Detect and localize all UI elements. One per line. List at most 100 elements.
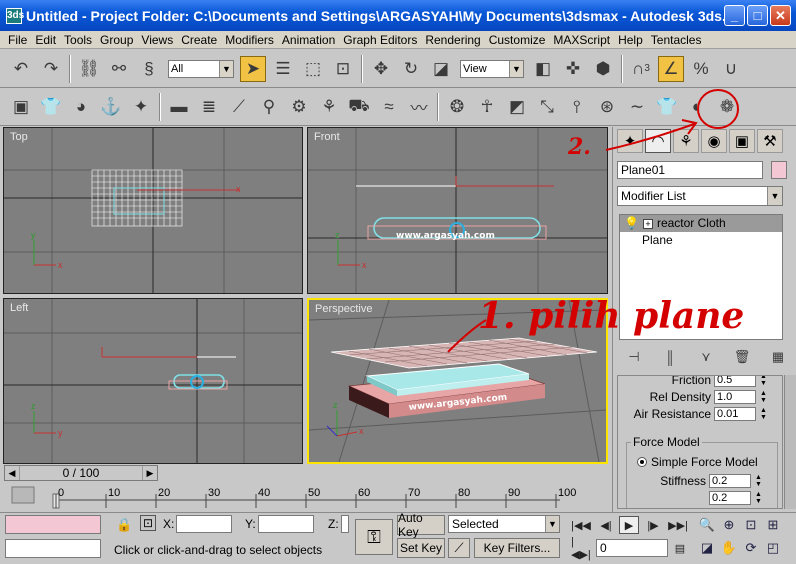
- select-and-link-button[interactable]: ⛓: [76, 56, 102, 82]
- stack-item-reactor-cloth[interactable]: 💡 + reactor Cloth: [620, 215, 782, 232]
- rope-collection-button[interactable]: ⚓: [98, 94, 124, 120]
- object-color-swatch[interactable]: [771, 161, 787, 179]
- key-mode-toggle[interactable]: |◀▶|: [571, 536, 591, 561]
- select-and-scale-button[interactable]: ◪: [428, 56, 454, 82]
- plane-button[interactable]: ▬: [166, 94, 192, 120]
- apply-soft-body-modifier-button[interactable]: ◐: [684, 94, 710, 120]
- command-panel-scrollbar[interactable]: [784, 375, 796, 509]
- play-button[interactable]: ▶: [619, 516, 639, 534]
- menu-views[interactable]: Views: [137, 33, 177, 47]
- tab-modify[interactable]: ◠: [645, 129, 671, 153]
- arc-rotate-button[interactable]: ⟳: [741, 538, 761, 558]
- modifier-list-dropdown[interactable]: Modifier List ▼: [617, 186, 783, 206]
- tab-display[interactable]: ▣: [729, 129, 755, 153]
- spinner-arrows-icon[interactable]: ▲ ▼: [759, 390, 768, 404]
- curve-editor-button[interactable]: [11, 486, 35, 504]
- point-to-point-button[interactable]: ⤡: [534, 94, 560, 120]
- water-button[interactable]: 〰: [406, 94, 432, 120]
- tab-motion[interactable]: ◉: [701, 129, 727, 153]
- select-and-rotate-button[interactable]: ↻: [398, 56, 424, 82]
- remove-modifier-button[interactable]: 🗑: [731, 347, 753, 367]
- selection-filter-dropdown[interactable]: All ▼: [168, 59, 234, 78]
- keyboard-shortcut-override-button[interactable]: ⬢: [590, 56, 616, 82]
- apply-cloth-modifier-button[interactable]: 👕: [654, 94, 680, 120]
- lightbulb-icon[interactable]: 💡: [624, 215, 639, 232]
- make-unique-button[interactable]: ⋎: [695, 347, 717, 367]
- spinner-arrows-icon[interactable]: ▲ ▼: [754, 491, 763, 505]
- zoom-all-button[interactable]: ⊕: [719, 515, 739, 535]
- select-and-manipulate-button[interactable]: ✜: [560, 56, 586, 82]
- absolute-mode-icon[interactable]: ⊡: [140, 515, 156, 531]
- auto-key-button[interactable]: Auto Key: [397, 511, 445, 539]
- maximize-button[interactable]: □: [747, 5, 768, 26]
- lock-icon[interactable]: 🔒: [116, 517, 132, 533]
- tab-utilities[interactable]: ⚒: [757, 129, 783, 153]
- previous-frame-button[interactable]: ◀|: [596, 516, 616, 534]
- time-slider-frame[interactable]: 0 / 100: [19, 466, 143, 480]
- reference-coordinate-dropdown[interactable]: View ▼: [460, 59, 524, 78]
- show-end-result-button[interactable]: ║: [659, 347, 681, 367]
- spinner-arrows-icon[interactable]: ▲ ▼: [759, 376, 768, 387]
- menu-rendering[interactable]: Rendering: [421, 33, 484, 47]
- point-to-path-button[interactable]: ∼: [624, 94, 650, 120]
- tab-hierarchy[interactable]: ⚘: [673, 129, 699, 153]
- y-coordinate-field[interactable]: [258, 515, 314, 533]
- menu-tools[interactable]: Tools: [60, 33, 96, 47]
- angular-dashpot-button[interactable]: ⚲: [256, 94, 282, 120]
- constraint-solver-button[interactable]: ❂: [444, 94, 470, 120]
- rigid-body-collection-button[interactable]: ▣: [8, 94, 34, 120]
- menu-maxscript[interactable]: MAXScript: [549, 33, 614, 47]
- stack-item-plane[interactable]: Plane: [620, 232, 782, 249]
- pin-stack-button[interactable]: ⊣: [623, 347, 645, 367]
- pan-button[interactable]: ✋: [719, 538, 739, 558]
- configure-modifier-sets-button[interactable]: ▦: [767, 347, 789, 367]
- cloth-collection-button[interactable]: 👕: [38, 94, 64, 120]
- snap-toggle-button[interactable]: ∩ 3: [628, 56, 654, 82]
- x-coordinate-field[interactable]: [176, 515, 232, 533]
- menu-modifiers[interactable]: Modifiers: [221, 33, 278, 47]
- motor-button[interactable]: ⚙: [286, 94, 312, 120]
- z-coordinate-field[interactable]: [341, 515, 349, 533]
- linear-dashpot-button[interactable]: ⟋: [226, 94, 252, 120]
- wind-button[interactable]: ⚘: [316, 94, 342, 120]
- percent-snap-button[interactable]: %: [688, 56, 714, 82]
- viewport-left[interactable]: Left z y: [3, 298, 303, 464]
- menu-edit[interactable]: Edit: [31, 33, 60, 47]
- angle-snap-button[interactable]: ∠: [658, 55, 684, 82]
- menu-graph-editors[interactable]: Graph Editors: [339, 33, 421, 47]
- set-key-mode-button[interactable]: ⚿: [355, 519, 393, 555]
- damping-input[interactable]: 0.2: [709, 491, 751, 505]
- chevron-right-icon[interactable]: ▶: [143, 468, 157, 479]
- key-filter-select[interactable]: Selected ▼: [448, 515, 560, 533]
- select-and-move-button[interactable]: ✥: [368, 56, 394, 82]
- go-to-start-button[interactable]: |◀◀: [571, 516, 591, 534]
- time-configuration-button[interactable]: ▤: [670, 539, 690, 557]
- set-key-button[interactable]: Set Key: [397, 538, 445, 558]
- time-slider[interactable]: ◀ 0 / 100 ▶: [4, 465, 158, 481]
- minimize-button[interactable]: _: [724, 5, 745, 26]
- maxscript-output[interactable]: [5, 539, 101, 558]
- go-to-end-button[interactable]: ▶▶|: [668, 516, 688, 534]
- menu-tentacles[interactable]: Tentacles: [647, 33, 706, 47]
- viewport-front[interactable]: Front www.argasyah.com z x: [307, 127, 608, 294]
- apply-rope-modifier-button[interactable]: ❁: [714, 94, 740, 120]
- menu-customize[interactable]: Customize: [485, 33, 550, 47]
- viewport-top[interactable]: Top x y x: [3, 127, 303, 294]
- redo-button[interactable]: ↷: [38, 56, 64, 82]
- undo-button[interactable]: ↶: [8, 56, 34, 82]
- prismatic-button[interactable]: ⫯: [564, 94, 590, 120]
- object-name-field[interactable]: Plane01: [617, 161, 763, 179]
- maxscript-listener[interactable]: [5, 515, 101, 534]
- soft-body-collection-button[interactable]: ◕: [68, 94, 94, 120]
- key-filters-button[interactable]: Key Filters...: [474, 538, 560, 558]
- window-crossing-button[interactable]: ⊡: [330, 56, 356, 82]
- unlink-button[interactable]: ⚯: [106, 56, 132, 82]
- stiffness-input[interactable]: 0.2: [709, 474, 751, 488]
- bind-space-warp-button[interactable]: §: [136, 56, 162, 82]
- next-frame-button[interactable]: |▶: [643, 516, 663, 534]
- track-bar[interactable]: 0 10 20 30 40 50 60 70 80 90 100: [0, 484, 610, 510]
- current-frame-field[interactable]: 0: [596, 539, 668, 557]
- menu-animation[interactable]: Animation: [278, 33, 339, 47]
- select-object-button[interactable]: ➤: [240, 55, 266, 82]
- tangent-type-button[interactable]: ⟋: [448, 538, 470, 558]
